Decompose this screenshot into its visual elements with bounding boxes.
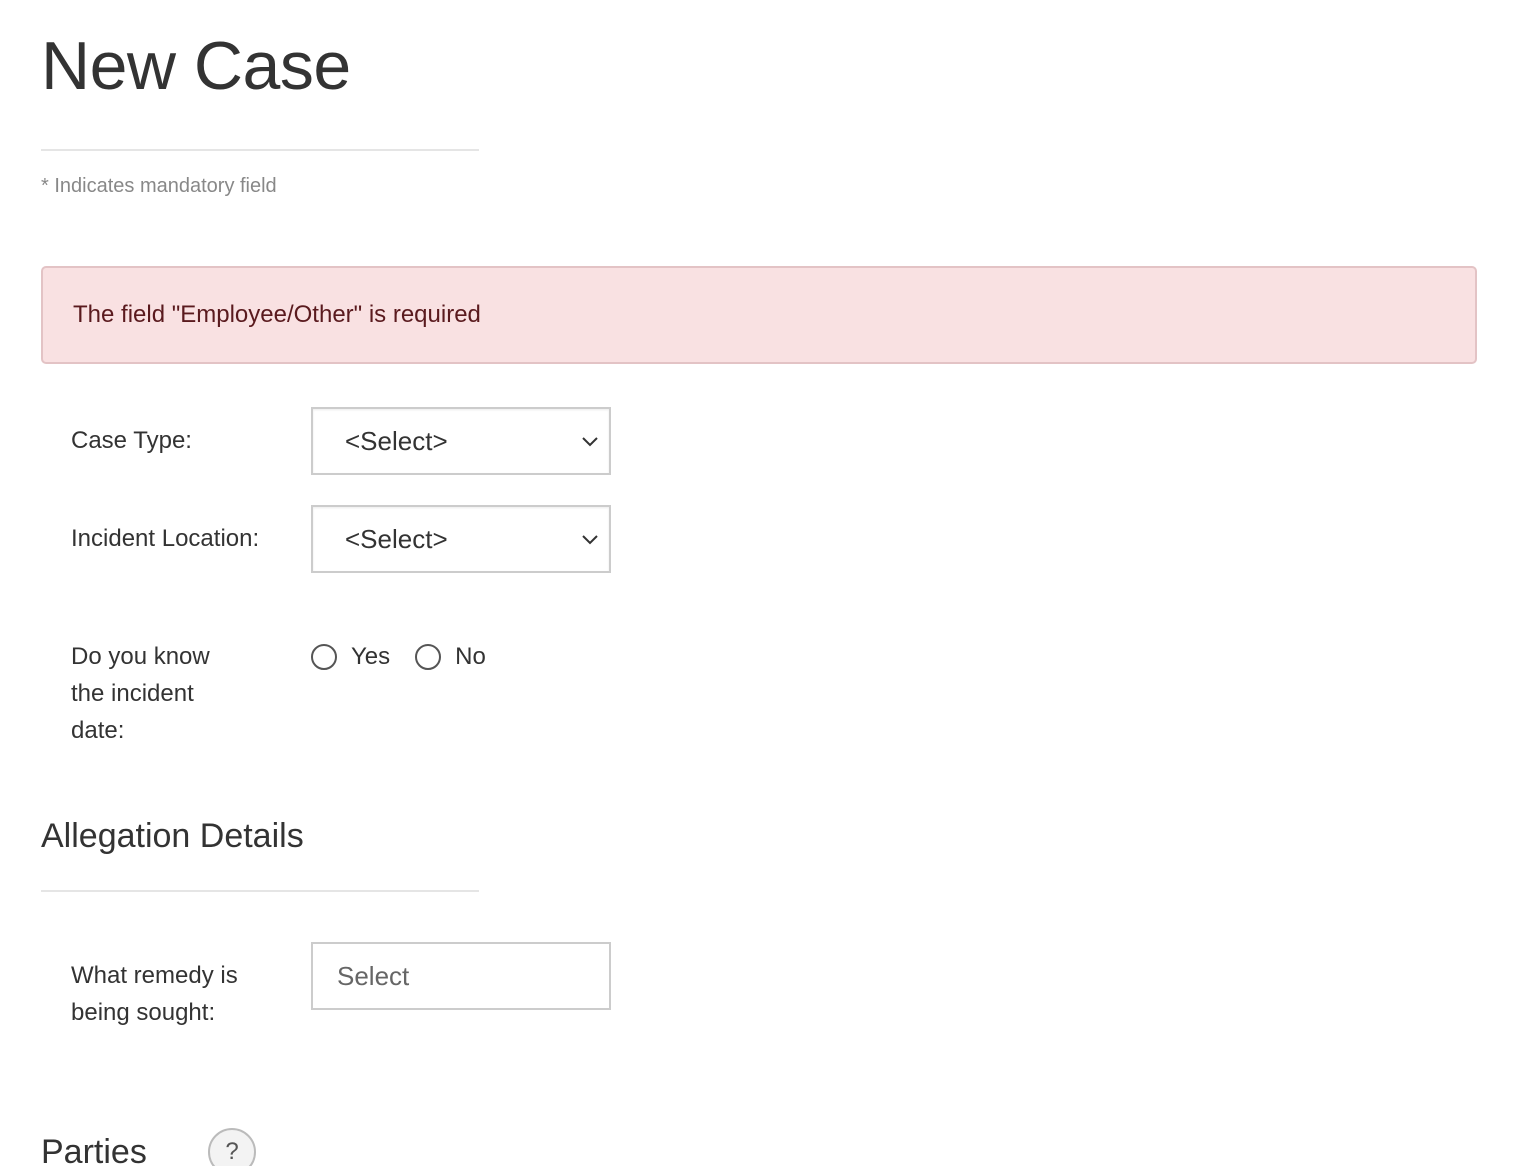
incident-date-yes-option[interactable]: Yes	[311, 642, 390, 672]
mandatory-field-note: * Indicates mandatory field	[41, 175, 277, 197]
case-type-select[interactable]: <Select>	[311, 407, 611, 475]
incident-location-label: Incident Location:	[71, 525, 260, 552]
allegation-details-heading: Allegation Details	[41, 817, 304, 855]
incident-location-select[interactable]: <Select>	[311, 505, 611, 573]
page-title: New Case	[41, 28, 351, 104]
incident-date-no-radio[interactable]	[415, 644, 442, 670]
chevron-down-icon	[582, 535, 598, 545]
incident-date-no-label: No	[455, 643, 486, 670]
incident-date-known-label: Do you know the incident date:	[71, 643, 210, 744]
error-alert: The field "Employee/Other" is required	[41, 266, 1477, 364]
allegation-details-divider	[41, 890, 479, 892]
incident-date-yes-radio[interactable]	[311, 644, 337, 670]
error-alert-message: The field "Employee/Other" is required	[73, 301, 481, 328]
parties-heading: Parties	[41, 1133, 147, 1166]
chevron-down-icon	[582, 437, 598, 447]
title-divider	[41, 149, 479, 151]
incident-location-selected-value: <Select>	[345, 523, 448, 554]
question-mark-icon: ?	[225, 1138, 239, 1165]
parties-help-button[interactable]: ?	[208, 1128, 256, 1166]
incident-date-no-option[interactable]: No	[415, 642, 486, 672]
incident-date-known-radio-group: Yes No	[311, 642, 511, 672]
remedy-sought-label: What remedy is being sought:	[71, 962, 238, 1026]
incident-date-yes-label: Yes	[351, 643, 391, 670]
case-type-selected-value: <Select>	[345, 425, 448, 456]
case-type-label: Case Type:	[71, 427, 192, 454]
remedy-sought-input[interactable]	[311, 942, 611, 1010]
